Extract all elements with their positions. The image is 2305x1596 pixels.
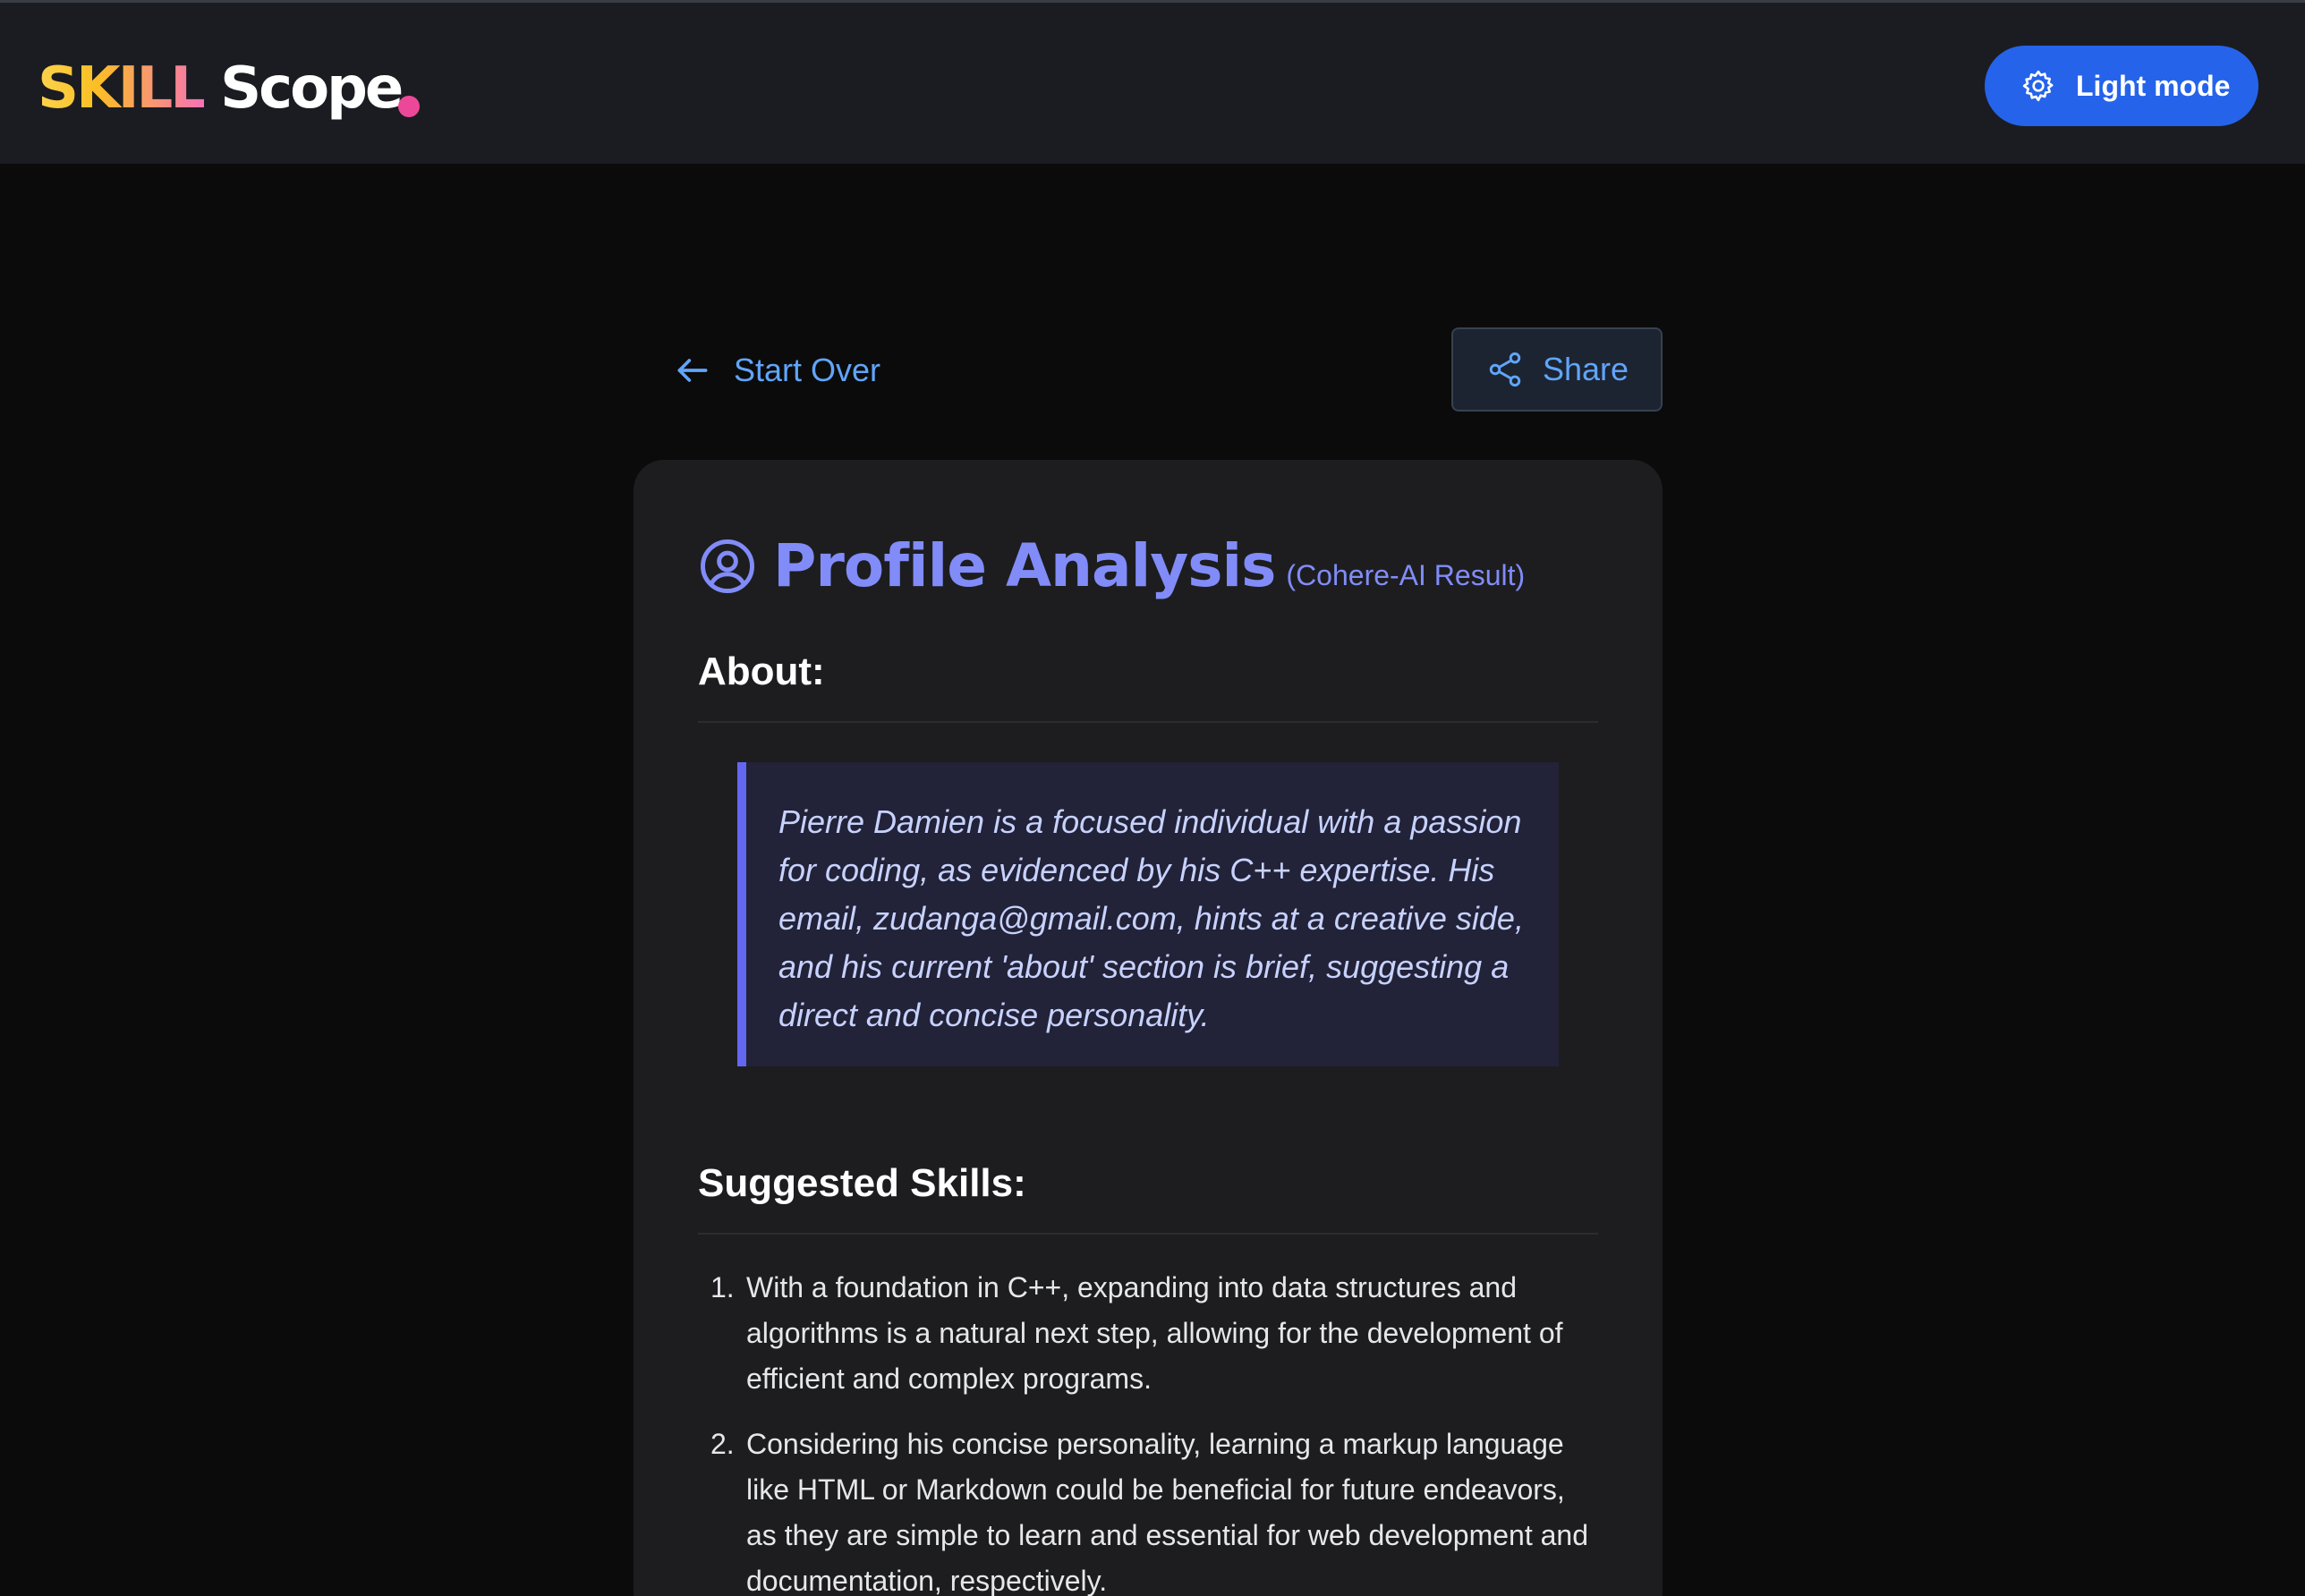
share-label: Share <box>1542 351 1629 387</box>
list-item-number: 1. <box>710 1271 735 1303</box>
skills-heading: Suggested Skills: <box>698 1161 1026 1205</box>
list-item: 2. Considering his concise personality, … <box>698 1422 1602 1596</box>
user-circle-icon <box>701 539 754 593</box>
card-subtitle: (Cohere-AI Result) <box>1286 559 1526 591</box>
share-button[interactable]: Share <box>1451 327 1663 412</box>
about-quote: Pierre Damien is a focused individual wi… <box>737 762 1559 1066</box>
share-icon <box>1489 352 1521 387</box>
logo-scope-text: Scope <box>220 55 404 122</box>
logo-dot <box>398 96 420 117</box>
skills-divider <box>698 1233 1598 1235</box>
start-over-label: Start Over <box>734 352 881 388</box>
list-item-text: With a foundation in C++, expanding into… <box>746 1271 1563 1395</box>
suggested-skills-list: 1. With a foundation in C++, expanding i… <box>698 1265 1602 1596</box>
about-heading: About: <box>698 649 825 693</box>
card-title: Profile Analysis <box>773 531 1276 600</box>
card-title-row: Profile Analysis (Cohere-AI Result) <box>698 531 1525 600</box>
list-item-text: Considering his concise personality, lea… <box>746 1428 1588 1596</box>
theme-toggle-label: Light mode <box>2076 69 2231 102</box>
start-over-link[interactable]: Start Over <box>673 344 880 397</box>
theme-toggle-button[interactable]: Light mode <box>1985 46 2258 126</box>
list-item: 1. With a foundation in C++, expanding i… <box>698 1265 1602 1402</box>
arrow-left-icon <box>677 359 708 382</box>
app-logo[interactable]: SKILL Scope <box>38 49 404 128</box>
gear-icon <box>2022 70 2054 102</box>
app-header: SKILL Scope Light mode <box>0 3 2305 164</box>
logo-skill-text: SKILL <box>38 55 207 122</box>
list-item-number: 2. <box>710 1428 735 1460</box>
about-divider <box>698 721 1598 723</box>
profile-analysis-card: Profile Analysis (Cohere-AI Result) Abou… <box>634 460 1663 1596</box>
